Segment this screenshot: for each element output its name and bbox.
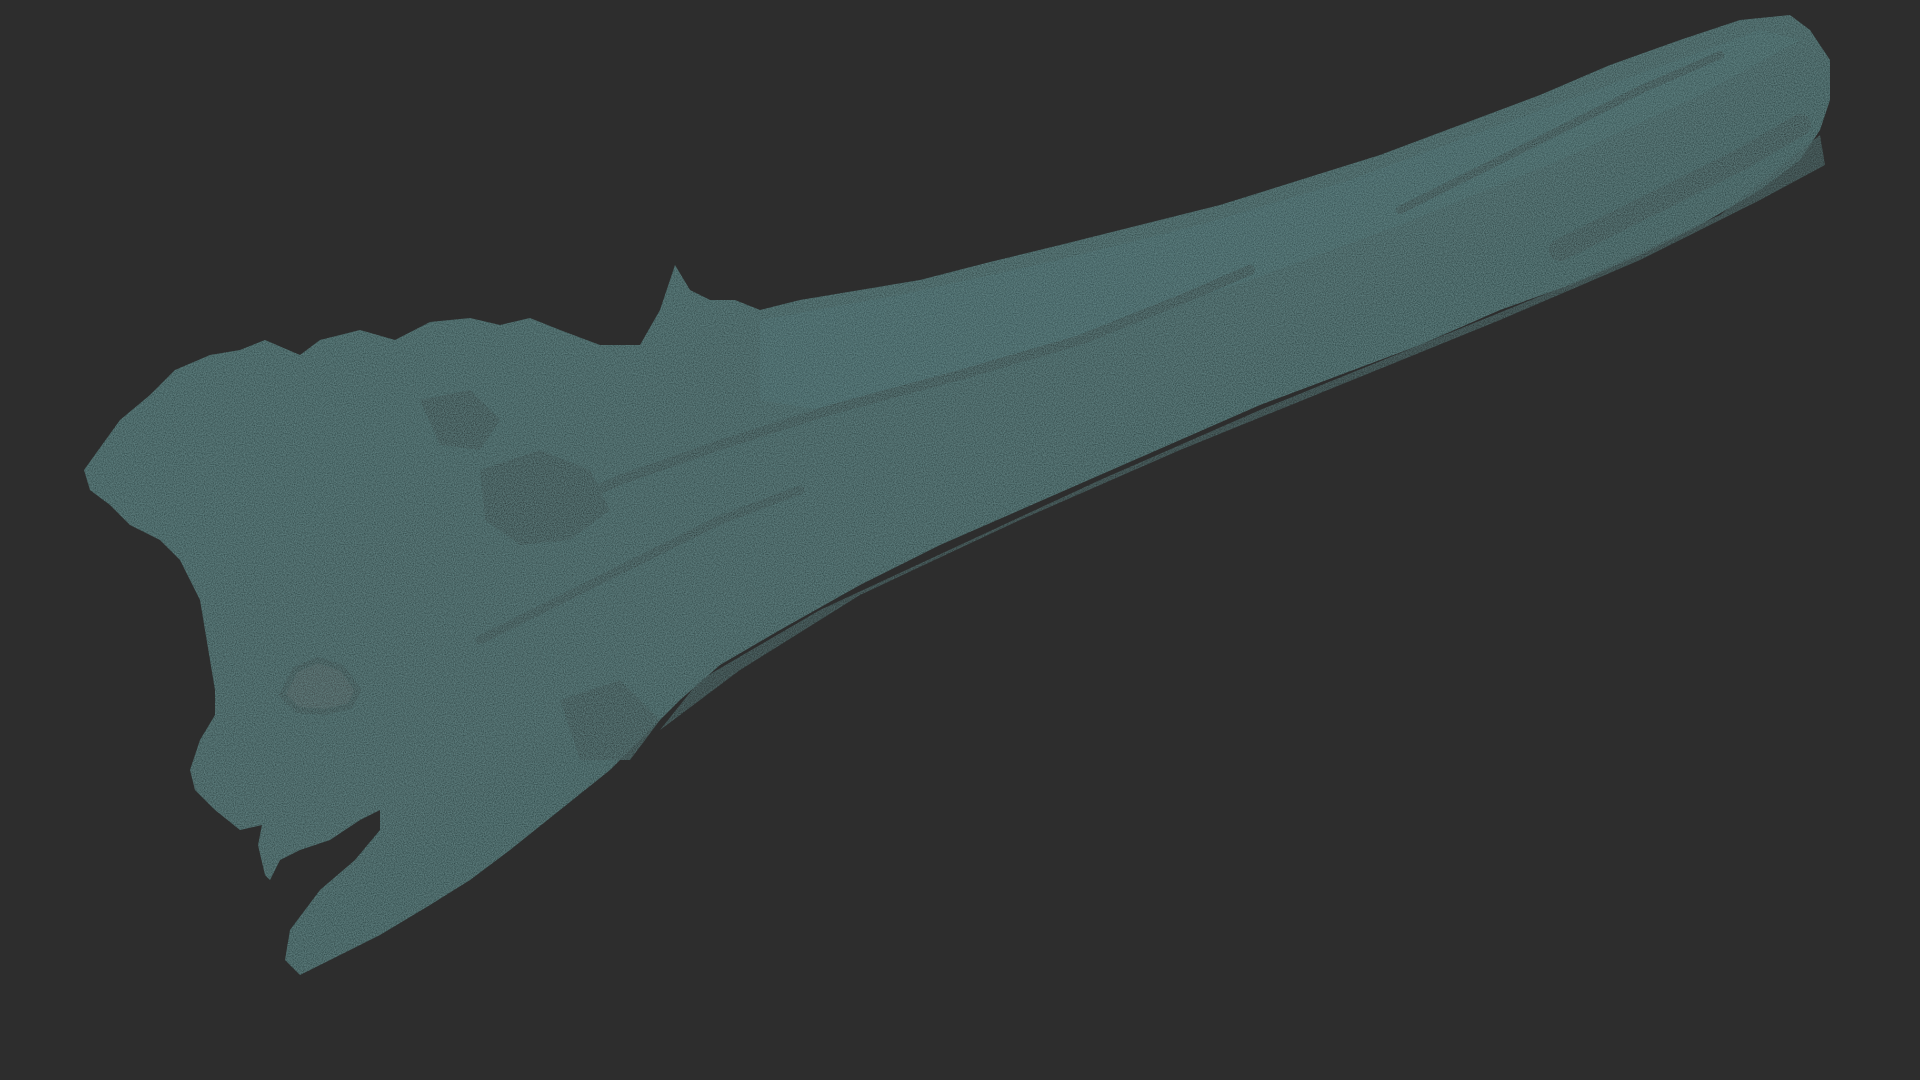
3d-viewport[interactable] [0, 0, 1920, 1080]
driftwood-model[interactable] [84, 15, 1830, 975]
driftwood-body [84, 15, 1830, 975]
render-canvas[interactable] [0, 0, 1920, 1080]
